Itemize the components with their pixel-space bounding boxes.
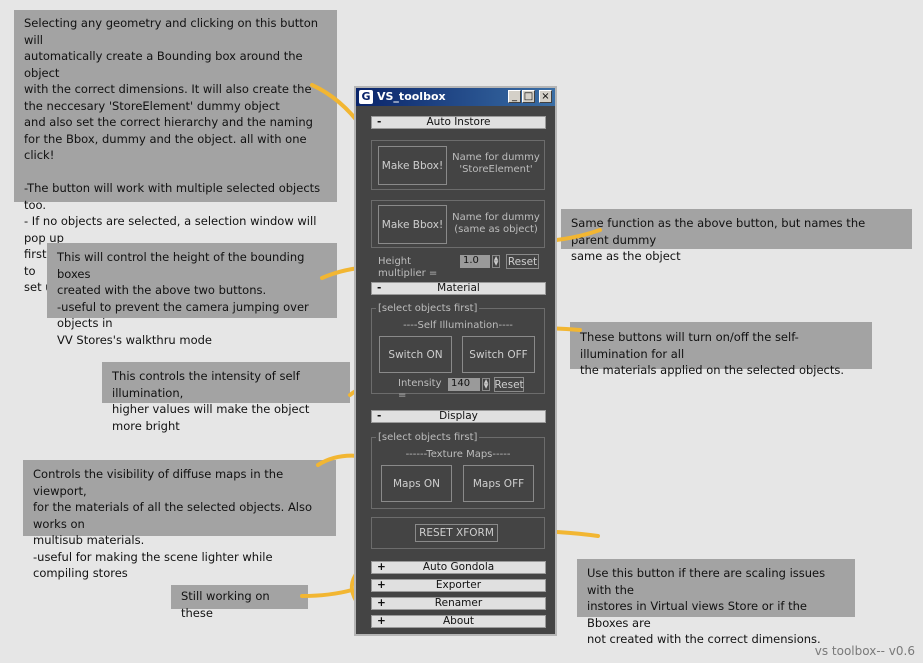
rollout-exporter[interactable]: + Exporter	[371, 579, 546, 592]
dummy-name-info: Name for dummy 'StoreElement'	[452, 152, 540, 175]
rollout-display[interactable]: - Display	[371, 410, 546, 423]
height-multiplier-input[interactable]: 1.0	[460, 255, 490, 268]
maximize-button[interactable]: □	[522, 90, 535, 103]
rollout-label: Exporter	[435, 579, 482, 591]
rollout-label: Auto Gondola	[422, 561, 495, 573]
arrow-still-working	[300, 588, 354, 598]
height-multiplier-label: Height multiplier =	[378, 256, 438, 279]
title-bar[interactable]: G VS_toolbox _ □ ×	[356, 88, 555, 106]
app-icon: G	[359, 90, 373, 104]
rollout-renamer[interactable]: + Renamer	[371, 597, 546, 610]
make-bbox-storeelement-button[interactable]: Make Bbox!	[378, 146, 447, 185]
display-group-title: [select objects first]	[376, 432, 480, 444]
texture-maps-label: ------Texture Maps-----	[405, 449, 511, 460]
maps-on-button[interactable]: Maps ON	[381, 465, 452, 502]
height-reset-button[interactable]: Reset	[506, 254, 539, 269]
dummy-name-same-info: Name for dummy (same as object)	[452, 212, 540, 235]
rollout-label: Renamer	[434, 597, 483, 609]
rollout-label: Material	[437, 282, 480, 294]
switch-off-button[interactable]: Switch OFF	[462, 336, 535, 373]
rollout-label: About	[442, 615, 475, 627]
intensity-spinner-arrows[interactable]: ▲ ▼	[482, 378, 490, 391]
maps-off-button[interactable]: Maps OFF	[463, 465, 534, 502]
self-illumination-label: ----Self Illumination----	[403, 320, 513, 331]
intensity-reset-button[interactable]: Reset	[494, 377, 524, 392]
material-group-title: [select objects first]	[376, 303, 480, 315]
rollout-label: Display	[439, 410, 478, 422]
rollout-auto-gondola[interactable]: + Auto Gondola	[371, 561, 546, 574]
rollout-material[interactable]: - Material	[371, 282, 546, 295]
minimize-button[interactable]: _	[508, 90, 521, 103]
reset-xform-button[interactable]: RESET XFORM	[415, 524, 498, 542]
version-label: vs toolbox-- v0.6	[814, 644, 915, 658]
rollout-label: Auto Instore	[426, 116, 491, 128]
height-spinner-arrows[interactable]: ▲ ▼	[492, 255, 500, 268]
make-bbox-same-name-button[interactable]: Make Bbox!	[378, 205, 447, 244]
switch-on-button[interactable]: Switch ON	[379, 336, 452, 373]
window-title: VS_toolbox	[377, 90, 446, 103]
intensity-label: Intensity =	[398, 378, 442, 401]
intensity-input[interactable]: 140	[448, 378, 480, 391]
vs-toolbox-window: G VS_toolbox _ □ × - Auto Instore Make B…	[354, 86, 557, 636]
rollout-about[interactable]: + About	[371, 615, 546, 628]
rollout-auto-instore[interactable]: - Auto Instore	[371, 116, 546, 129]
close-button[interactable]: ×	[539, 90, 552, 103]
